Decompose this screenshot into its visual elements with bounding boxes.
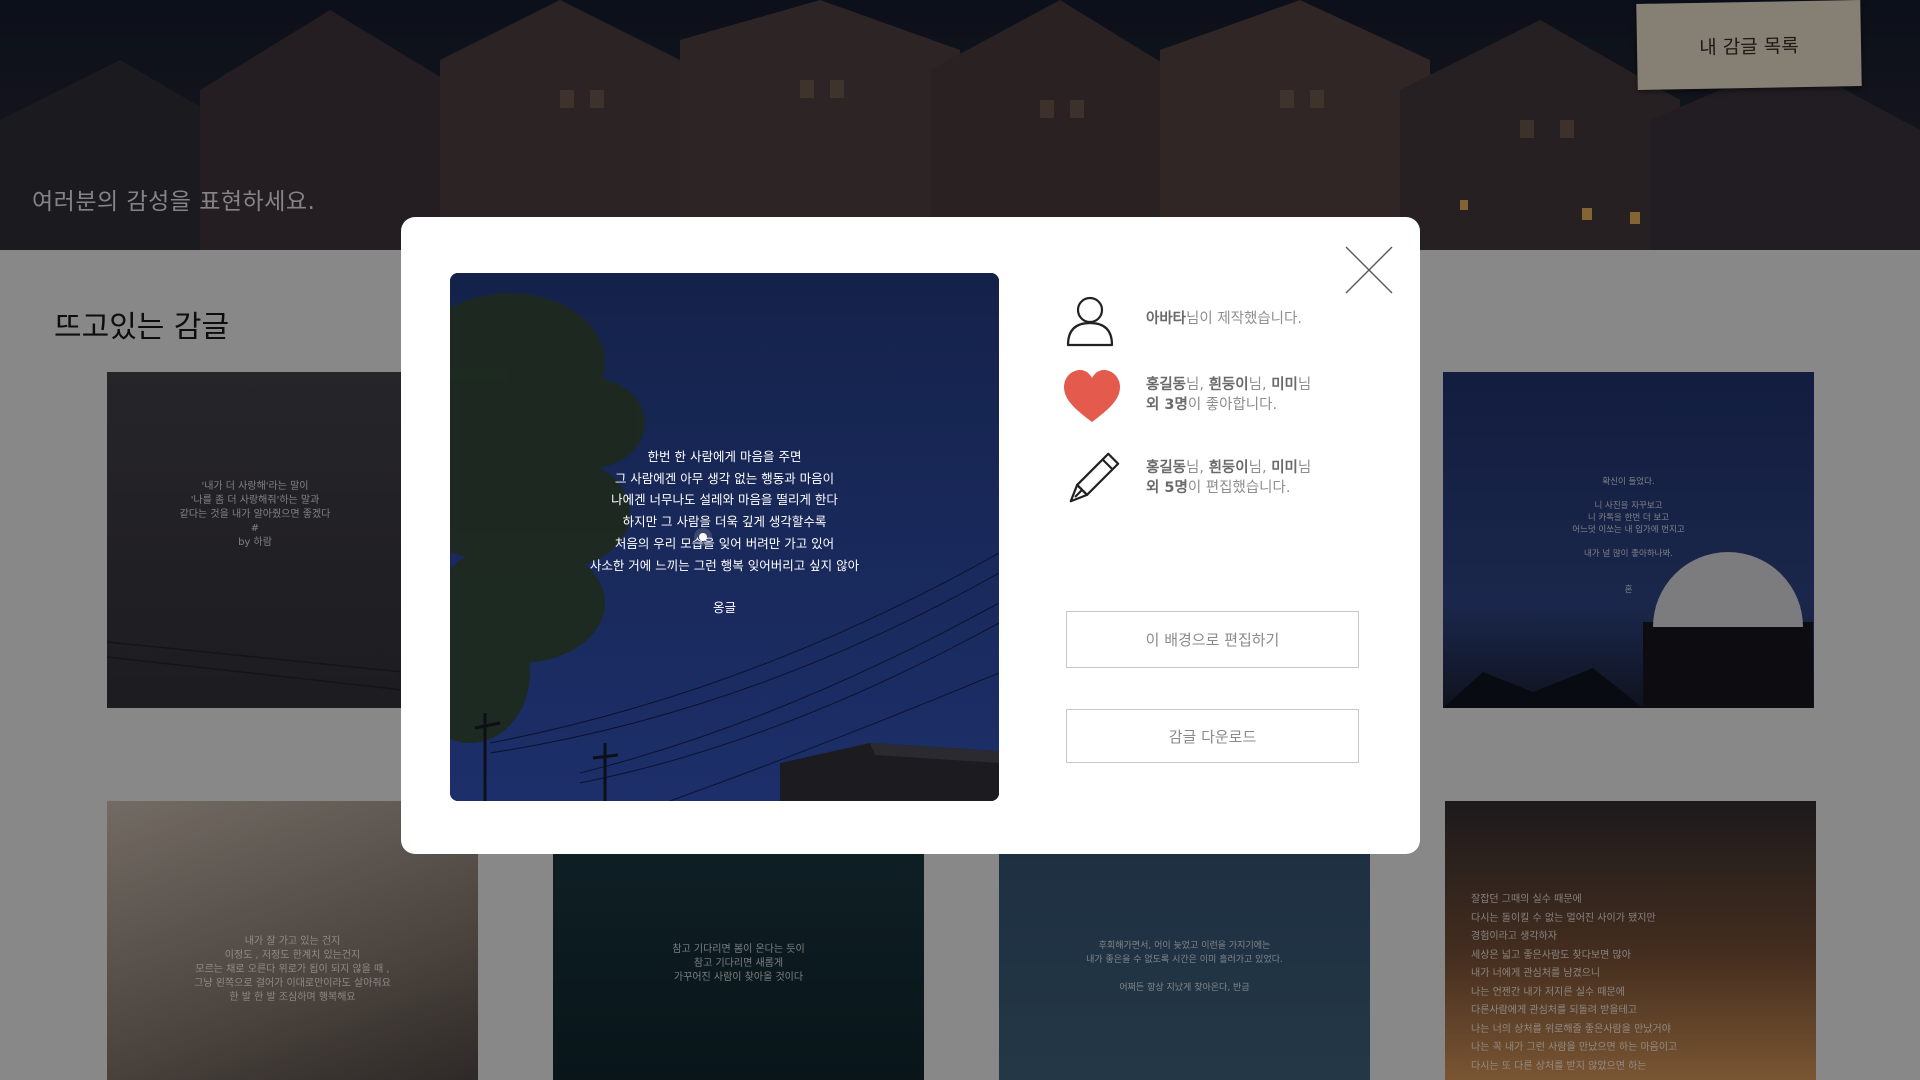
separator: , [1199, 377, 1209, 393]
poem-line: 하지만 그 사람을 더욱 깊게 생각할수록 [622, 514, 827, 530]
poem-line: 한번 한 사람에게 마음을 주면 [647, 449, 802, 464]
poem-line: 처음의 우리 모습을 잊어 버려만 가고 있어 [614, 535, 835, 551]
honorific: 님 [1186, 460, 1200, 476]
separator: , [1199, 460, 1209, 476]
edit-user-name: 흰둥이 [1208, 460, 1249, 476]
likes-text: 홍길동님, 흰둥이님, 미미님 외 3명이 좋아합니다. [1146, 375, 1311, 415]
gamgeul-preview: 한번 한 사람에게 마음을 주면 그 사람에겐 아무 생각 없는 행동과 마음이… [450, 273, 999, 801]
edits-text: 홍길동님, 흰둥이님, 미미님 외 5명이 편집했습니다. [1146, 458, 1311, 498]
user-icon [1066, 296, 1114, 347]
edit-user-name: 미미 [1271, 460, 1298, 476]
likes-suffix: 이 좋아합니다. [1187, 397, 1278, 413]
honorific: 님 [1248, 377, 1262, 393]
honorific: 님 [1297, 377, 1312, 393]
download-button[interactable]: 감글 다운로드 [1066, 709, 1359, 763]
honorific: 님 [1186, 377, 1200, 393]
edit-with-background-button[interactable]: 이 배경으로 편집하기 [1066, 611, 1359, 668]
separator: , [1261, 377, 1272, 393]
honorific: 님 [1248, 460, 1262, 476]
pencil-icon [1069, 452, 1120, 503]
edit-user-name: 홍길동 [1146, 460, 1187, 476]
heart-icon[interactable] [1064, 370, 1120, 426]
poem-line: 나에겐 너무나도 설레와 마음을 떨리게 한다 [611, 492, 838, 508]
close-button[interactable] [1344, 245, 1394, 295]
gamgeul-detail-modal: 한번 한 사람에게 마음을 주면 그 사람에겐 아무 생각 없는 행동과 마음이… [401, 217, 1420, 854]
poem-signature: 옹글 [712, 600, 736, 616]
close-icon [1345, 246, 1393, 294]
edit-others-count: 외 5명 [1146, 480, 1188, 496]
creator-text: 아바타님이 제작했습니다. [1146, 309, 1302, 329]
like-others-count: 외 3명 [1146, 397, 1188, 413]
honorific: 님 [1297, 460, 1312, 476]
creator-name: 아바타 [1146, 311, 1187, 327]
edits-suffix: 이 편집했습니다. [1187, 480, 1291, 496]
like-user-name: 홍길동 [1146, 377, 1187, 393]
like-user-name: 미미 [1271, 377, 1298, 393]
separator: , [1261, 460, 1272, 476]
like-user-name: 흰둥이 [1208, 377, 1249, 393]
creator-suffix: 님이 제작했습니다. [1186, 311, 1302, 327]
poem-line: 그 사람에겐 아무 생각 없는 행동과 마음이 [614, 470, 835, 486]
poem-line: 사소한 거에 느끼는 그런 행복 잊어버리고 싶지 않아 [589, 557, 860, 573]
poem-text: 한번 한 사람에게 마음을 주면 그 사람에겐 아무 생각 없는 행동과 마음이… [450, 446, 999, 619]
